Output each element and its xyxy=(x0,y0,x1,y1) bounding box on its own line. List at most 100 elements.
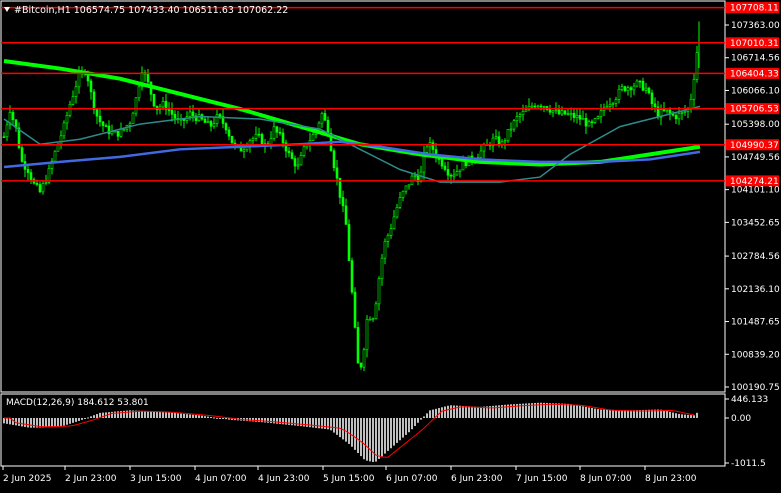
candle-body xyxy=(404,185,408,192)
price-label: 106066.10 xyxy=(731,86,780,96)
macd-histogram-bar xyxy=(441,407,443,418)
candle-body xyxy=(449,174,453,177)
macd-histogram-bar xyxy=(24,418,26,427)
candle-body xyxy=(287,150,291,154)
macd-histogram-bar xyxy=(606,409,608,418)
price-label: 100839.20 xyxy=(731,350,780,360)
candle-body xyxy=(614,99,618,104)
candle-body xyxy=(122,128,126,131)
macd-histogram-bar xyxy=(669,411,671,418)
candle-body xyxy=(683,111,687,113)
macd-histogram-bar xyxy=(6,418,8,424)
macd-histogram-bar xyxy=(45,418,47,428)
candle-body xyxy=(326,119,330,134)
candle-body xyxy=(383,240,387,259)
macd-histogram-bar xyxy=(414,418,416,427)
macd-histogram-bar xyxy=(264,418,266,423)
macd-histogram-bar xyxy=(87,417,89,419)
macd-histogram-bar xyxy=(111,411,113,418)
macd-histogram-bar xyxy=(183,413,185,418)
macd-histogram-bar xyxy=(177,413,179,418)
candle-body xyxy=(380,257,384,280)
time-label: 8 Jun 07:00 xyxy=(580,474,632,484)
macd-histogram-bar xyxy=(306,418,308,427)
macd-histogram-bar xyxy=(663,410,665,418)
candle-body xyxy=(401,190,405,198)
macd-histogram-bar xyxy=(384,418,386,454)
ma-long-line xyxy=(3,59,701,167)
macd-histogram-bar xyxy=(60,418,62,427)
macd-histogram-bar xyxy=(624,410,626,418)
candle-body xyxy=(134,97,138,114)
macd-histogram-bar xyxy=(336,418,338,435)
candle-body xyxy=(35,182,39,185)
candle-body xyxy=(278,131,282,134)
candle-body xyxy=(395,207,399,218)
macd-histogram-bar xyxy=(666,411,668,418)
macd-histogram-bar xyxy=(261,418,263,423)
candle-body xyxy=(371,318,375,321)
macd-histogram-bar xyxy=(468,406,470,418)
macd-label: MACD(12,26,9) 184.612 53.801 xyxy=(6,398,149,408)
candle-body xyxy=(608,104,612,107)
macd-histogram-bar xyxy=(564,403,566,418)
price-label: 107363.00 xyxy=(731,21,780,31)
candle-body xyxy=(680,112,684,114)
macd-histogram-bar xyxy=(198,415,200,418)
macd-histogram-bar xyxy=(90,416,92,418)
triangle-down-icon[interactable] xyxy=(4,7,10,12)
macd-histogram-bar xyxy=(588,407,590,418)
candle-body xyxy=(440,159,444,167)
level-price-label: 107010.31 xyxy=(730,39,779,49)
candle-body xyxy=(641,80,645,91)
candle-body xyxy=(344,205,348,225)
candle-body xyxy=(161,100,165,108)
candle-body xyxy=(173,114,177,119)
candle-body xyxy=(581,118,585,120)
macd-histogram-bar xyxy=(156,411,158,418)
candle-body xyxy=(650,92,654,105)
macd-histogram-bar xyxy=(684,414,686,418)
candle-body xyxy=(623,86,627,92)
candle-body xyxy=(509,128,513,131)
candle-body xyxy=(413,175,417,177)
candle-body xyxy=(29,172,33,180)
candle-body xyxy=(254,133,258,139)
candle-body xyxy=(119,128,123,137)
macd-histogram-bar xyxy=(579,405,581,418)
macd-histogram-bar xyxy=(330,418,332,431)
macd-histogram-bar xyxy=(168,412,170,418)
macd-histogram-bar xyxy=(48,418,50,428)
macd-histogram-bar xyxy=(561,403,563,418)
time-label: 7 Jun 15:00 xyxy=(516,474,568,484)
candle-body xyxy=(452,174,456,177)
macd-histogram-bar xyxy=(360,418,362,457)
chart-window[interactable]: 107708.11 107010.31 106404.33 105706.53 1049… xyxy=(0,0,781,489)
price-label: 102136.10 xyxy=(731,285,780,295)
candle-body xyxy=(590,121,594,124)
macd-histogram-bar xyxy=(432,409,434,418)
macd-histogram-bar xyxy=(627,410,629,418)
candle-body xyxy=(398,197,402,208)
candle-body xyxy=(167,109,171,111)
candle-body xyxy=(497,136,501,146)
candle-body xyxy=(296,164,300,167)
candle-body xyxy=(644,87,648,91)
candle-body xyxy=(515,116,519,122)
candle-body xyxy=(92,91,96,110)
macd-histogram-bar xyxy=(585,406,587,418)
candle-body xyxy=(365,319,369,351)
candle-body xyxy=(482,144,486,152)
candle-body xyxy=(632,85,636,91)
macd-histogram-bar xyxy=(225,418,227,420)
macd-histogram-bar xyxy=(315,418,317,428)
macd-histogram-bar xyxy=(402,418,404,438)
macd-histogram-bar xyxy=(552,403,554,418)
candle-body xyxy=(299,155,303,166)
macd-histogram-bar xyxy=(477,406,479,418)
macd-histogram-bar xyxy=(219,418,221,419)
macd-histogram-bar xyxy=(3,418,5,424)
chart-canvas[interactable]: 107708.11 107010.31 106404.33 105706.53 1049… xyxy=(0,0,781,489)
candle-body xyxy=(677,112,681,120)
macd-histogram-bar xyxy=(675,413,677,418)
